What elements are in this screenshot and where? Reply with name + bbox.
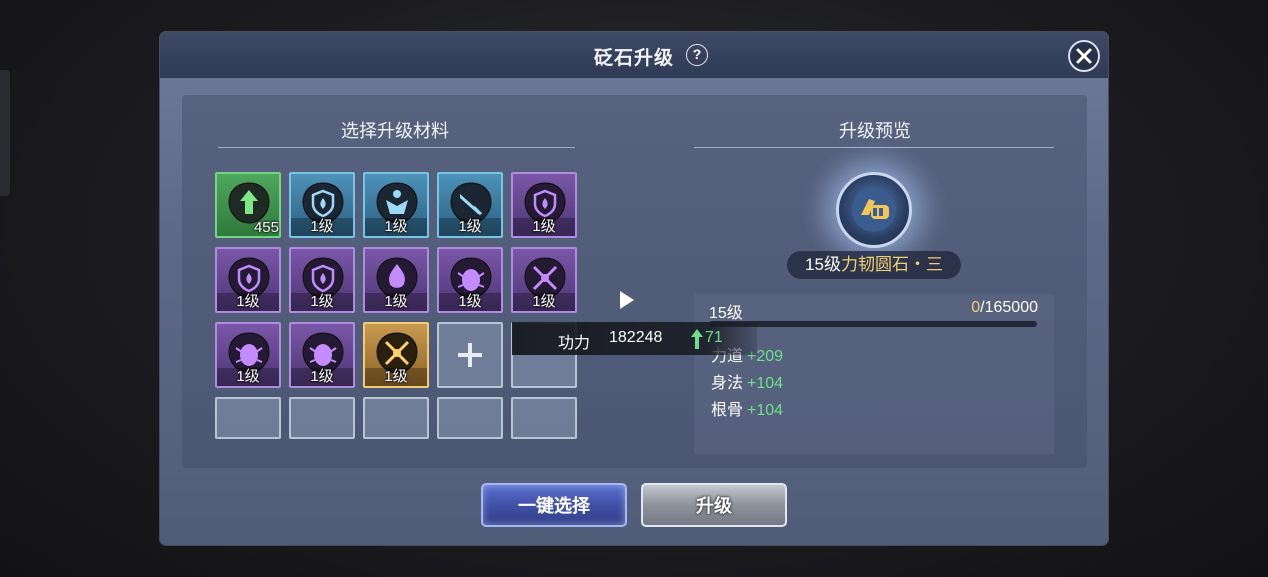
material-slot[interactable]: 455 (215, 172, 281, 238)
material-slot[interactable]: 1级 (289, 322, 355, 388)
material-slot[interactable] (511, 397, 577, 439)
material-slot[interactable]: 1级 (215, 322, 281, 388)
upgrade-button[interactable]: 升级 (641, 483, 787, 527)
material-slot[interactable]: 1级 (289, 247, 355, 313)
material-slot[interactable]: 1级 (437, 247, 503, 313)
item-name: 力韧圆石・三 (840, 255, 943, 274)
material-slot[interactable] (437, 322, 503, 388)
help-icon[interactable]: ? (686, 44, 708, 66)
item-level-badge: 1级 (291, 293, 353, 311)
stat-name: 身法 (711, 375, 744, 392)
item-level-badge: 1级 (291, 218, 353, 236)
plus-icon (458, 343, 482, 367)
material-slot[interactable] (215, 397, 281, 439)
item-level-badge: 1级 (365, 218, 427, 236)
close-icon[interactable] (1068, 40, 1100, 72)
material-slot[interactable]: 1级 (437, 172, 503, 238)
item-level-badge: 1级 (439, 293, 501, 311)
item-level-badge: 1级 (513, 293, 575, 311)
power-tooltip: 功力 182248 71 (512, 322, 757, 355)
material-slot[interactable]: 1级 (511, 172, 577, 238)
power-value: 182248 (609, 329, 663, 346)
material-slot[interactable]: 1级 (289, 172, 355, 238)
item-level-badge: 1级 (513, 218, 575, 236)
exp-progress-bar (709, 321, 1037, 327)
up-arrow-icon (691, 329, 703, 349)
item-level: 15级 (805, 255, 841, 274)
arrow-right-icon (620, 291, 634, 309)
background-side-tab (0, 70, 10, 196)
power-gain: 71 (705, 329, 723, 346)
item-level-badge: 1级 (365, 293, 427, 311)
item-count: 455 (253, 219, 279, 236)
exp-value: 0/165000 (971, 299, 1038, 317)
exp-max: /165000 (980, 299, 1038, 316)
dialog-title: 砭石升级 (593, 48, 674, 69)
auto-select-button[interactable]: 一键选择 (481, 483, 627, 527)
stat-name: 根骨 (711, 402, 744, 419)
stat-value: +104 (747, 402, 784, 419)
exp-current: 0 (971, 299, 981, 316)
item-level-badge: 1级 (291, 368, 353, 386)
material-slot[interactable]: 1级 (511, 247, 577, 313)
material-slot[interactable]: 1级 (363, 247, 429, 313)
fist-stone-icon[interactable] (836, 172, 912, 248)
material-slot[interactable] (437, 397, 503, 439)
title-bar: 砭石升级 ? (160, 32, 1108, 79)
power-label: 功力 (558, 335, 591, 352)
item-level-badge: 1级 (217, 368, 279, 386)
exp-level-label: 15级 (709, 305, 743, 322)
material-slot[interactable]: 1级 (363, 322, 429, 388)
material-slot[interactable]: 1级 (215, 247, 281, 313)
stat-value: +104 (747, 375, 784, 392)
material-divider (218, 147, 575, 148)
material-slot[interactable] (289, 397, 355, 439)
item-name-plate: 15级力韧圆石・三 (787, 251, 961, 279)
item-level-badge: 1级 (439, 218, 501, 236)
material-section-title: 选择升级材料 (341, 121, 449, 141)
item-level-badge: 1级 (365, 368, 427, 386)
item-level-badge: 1级 (217, 293, 279, 311)
material-slot[interactable]: 1级 (363, 172, 429, 238)
material-slot[interactable] (363, 397, 429, 439)
stat-row: 身法 +104 (711, 369, 783, 393)
stat-row: 根骨 +104 (711, 396, 783, 420)
